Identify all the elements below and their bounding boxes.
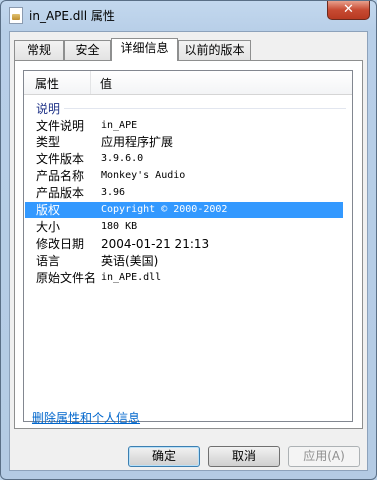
window-title: in_APE.dll 属性 [29, 9, 115, 23]
table-row[interactable]: 原始文件名 in_APE.dll [25, 270, 343, 286]
property-value: 3.96 [101, 187, 126, 198]
dll-file-icon [9, 7, 23, 24]
table-row[interactable]: 文件版本 3.9.6.0 [25, 151, 343, 167]
property-name: 产品名称 [36, 169, 85, 183]
details-panel: 属性 值 说明 文件说明 in_APE 类型 应用程序扩展 文件版本 3.9.6… [14, 60, 363, 429]
title-bar[interactable]: in_APE.dll 属性 ✕ [1, 1, 376, 31]
column-separator[interactable] [90, 71, 91, 94]
property-list[interactable]: 属性 值 说明 文件说明 in_APE 类型 应用程序扩展 文件版本 3.9.6… [23, 70, 353, 422]
property-name: 产品版本 [36, 186, 85, 200]
property-value: in_APE.dll [101, 272, 162, 283]
ok-button[interactable]: 确定 [128, 446, 200, 467]
property-name: 修改日期 [36, 237, 85, 251]
table-row[interactable]: 修改日期 2004-01-21 21:13 [25, 236, 343, 252]
property-value: in_APE [101, 120, 138, 131]
tab-general[interactable]: 常规 [14, 40, 64, 60]
property-value: 180 KB [101, 221, 138, 232]
properties-window: in_APE.dll 属性 ✕ 常规 安全 详细信息 以前的版本 属性 值 说明… [0, 0, 377, 480]
table-row[interactable]: 产品版本 3.96 [25, 185, 343, 201]
table-row[interactable]: 类型 应用程序扩展 [25, 134, 343, 150]
property-value: 2004-01-21 21:13 [101, 237, 210, 251]
table-row[interactable]: 产品名称 Monkey's Audio [25, 168, 343, 184]
dialog-client: 常规 安全 详细信息 以前的版本 属性 值 说明 文件说明 in_APE 类型 [9, 31, 368, 471]
remove-properties-link[interactable]: 删除属性和个人信息 [32, 409, 140, 426]
property-name: 文件版本 [36, 152, 85, 166]
tab-security[interactable]: 安全 [64, 40, 111, 60]
property-name: 类型 [36, 135, 61, 149]
cancel-button[interactable]: 取消 [208, 446, 280, 467]
column-header-value[interactable]: 值 [100, 75, 112, 92]
apply-button[interactable]: 应用(A) [288, 446, 360, 467]
group-label-description: 说明 [36, 102, 61, 116]
tab-details[interactable]: 详细信息 [111, 38, 178, 61]
property-value: 应用程序扩展 [101, 135, 174, 149]
property-name: 文件说明 [36, 119, 85, 133]
property-value: 英语(美国) [101, 254, 159, 268]
close-button[interactable]: ✕ [327, 1, 370, 20]
group-divider [64, 108, 346, 109]
property-name: 大小 [36, 220, 61, 234]
table-row[interactable]: 大小 180 KB [25, 219, 343, 235]
property-value: 3.9.6.0 [101, 153, 144, 164]
tab-previous-versions[interactable]: 以前的版本 [178, 40, 251, 60]
table-row[interactable]: 文件说明 in_APE [25, 118, 343, 134]
list-header: 属性 值 [24, 71, 352, 95]
property-value: Monkey's Audio [101, 170, 186, 181]
property-value: Copyright © 2000-2002 [101, 204, 228, 215]
property-name: 版权 [36, 203, 61, 217]
property-name: 语言 [36, 254, 61, 268]
table-row[interactable]: 语言 英语(美国) [25, 253, 343, 269]
property-name: 原始文件名 [36, 271, 97, 285]
table-row-selected[interactable]: 版权 Copyright © 2000-2002 [25, 202, 343, 218]
column-header-property[interactable]: 属性 [35, 75, 59, 92]
